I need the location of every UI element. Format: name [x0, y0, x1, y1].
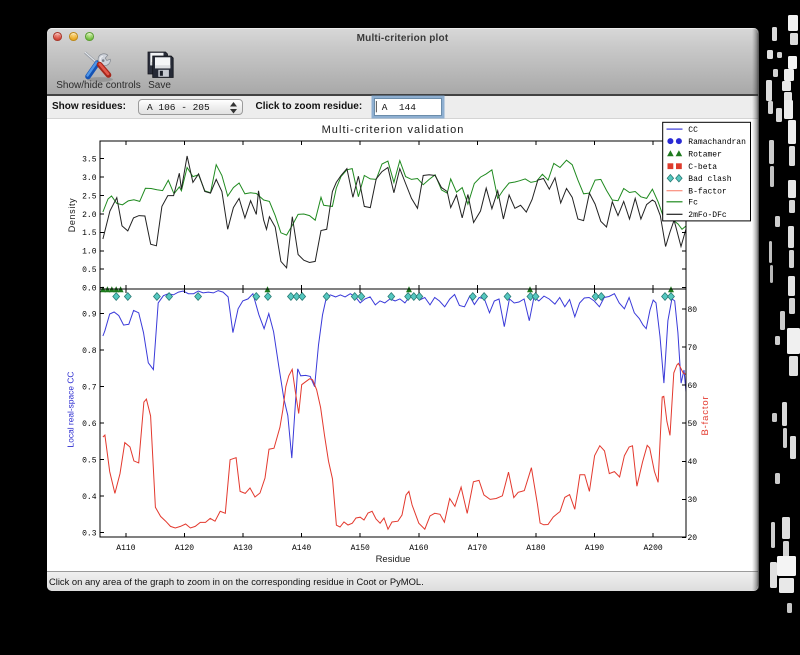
svg-text:CC: CC	[688, 126, 698, 135]
svg-text:Local real-space CC: Local real-space CC	[66, 372, 76, 448]
svg-text:3.0: 3.0	[82, 174, 97, 183]
svg-text:0.5: 0.5	[82, 456, 97, 465]
svg-text:A180: A180	[526, 544, 545, 553]
svg-text:Fc: Fc	[688, 199, 698, 208]
svg-text:0.0: 0.0	[82, 284, 97, 293]
svg-text:Bad clash: Bad clash	[688, 175, 731, 184]
svg-text:Rotamer: Rotamer	[688, 150, 722, 159]
svg-text:0.8: 0.8	[82, 347, 97, 356]
svg-text:2mFo-DFc: 2mFo-DFc	[688, 211, 727, 220]
svg-text:A130: A130	[233, 544, 252, 553]
svg-text:A150: A150	[351, 544, 370, 553]
svg-text:60: 60	[688, 382, 698, 391]
svg-text:B-factor: B-factor	[688, 188, 727, 197]
svg-text:A140: A140	[292, 544, 311, 553]
svg-text:0.9: 0.9	[82, 310, 97, 319]
svg-text:50: 50	[688, 420, 698, 429]
svg-text:20: 20	[688, 534, 698, 543]
svg-text:0.7: 0.7	[82, 383, 97, 392]
svg-text:A170: A170	[468, 544, 487, 553]
svg-text:C-beta: C-beta	[688, 163, 717, 172]
svg-text:40: 40	[688, 458, 698, 467]
svg-text:A160: A160	[409, 544, 428, 553]
svg-text:B-factor: B-factor	[700, 395, 711, 435]
svg-text:Residue: Residue	[376, 554, 411, 565]
svg-text:0.4: 0.4	[82, 493, 97, 502]
svg-text:70: 70	[688, 344, 698, 353]
svg-text:0.5: 0.5	[82, 266, 97, 275]
svg-text:3.5: 3.5	[82, 156, 97, 165]
svg-text:0.6: 0.6	[82, 420, 97, 429]
svg-text:2.5: 2.5	[82, 192, 97, 201]
svg-text:Ramachandran: Ramachandran	[688, 138, 746, 147]
svg-text:0.3: 0.3	[82, 529, 97, 538]
svg-text:1.5: 1.5	[82, 229, 97, 238]
svg-text:1.0: 1.0	[82, 248, 97, 257]
svg-text:80: 80	[688, 306, 698, 315]
svg-text:Multi-criterion validation: Multi-criterion validation	[322, 124, 465, 136]
svg-text:Density: Density	[67, 198, 77, 233]
svg-text:A200: A200	[643, 544, 662, 553]
svg-text:A110: A110	[116, 544, 135, 553]
svg-text:2.0: 2.0	[82, 211, 97, 220]
svg-text:30: 30	[688, 496, 698, 505]
svg-text:A120: A120	[175, 544, 194, 553]
svg-text:A190: A190	[585, 544, 604, 553]
